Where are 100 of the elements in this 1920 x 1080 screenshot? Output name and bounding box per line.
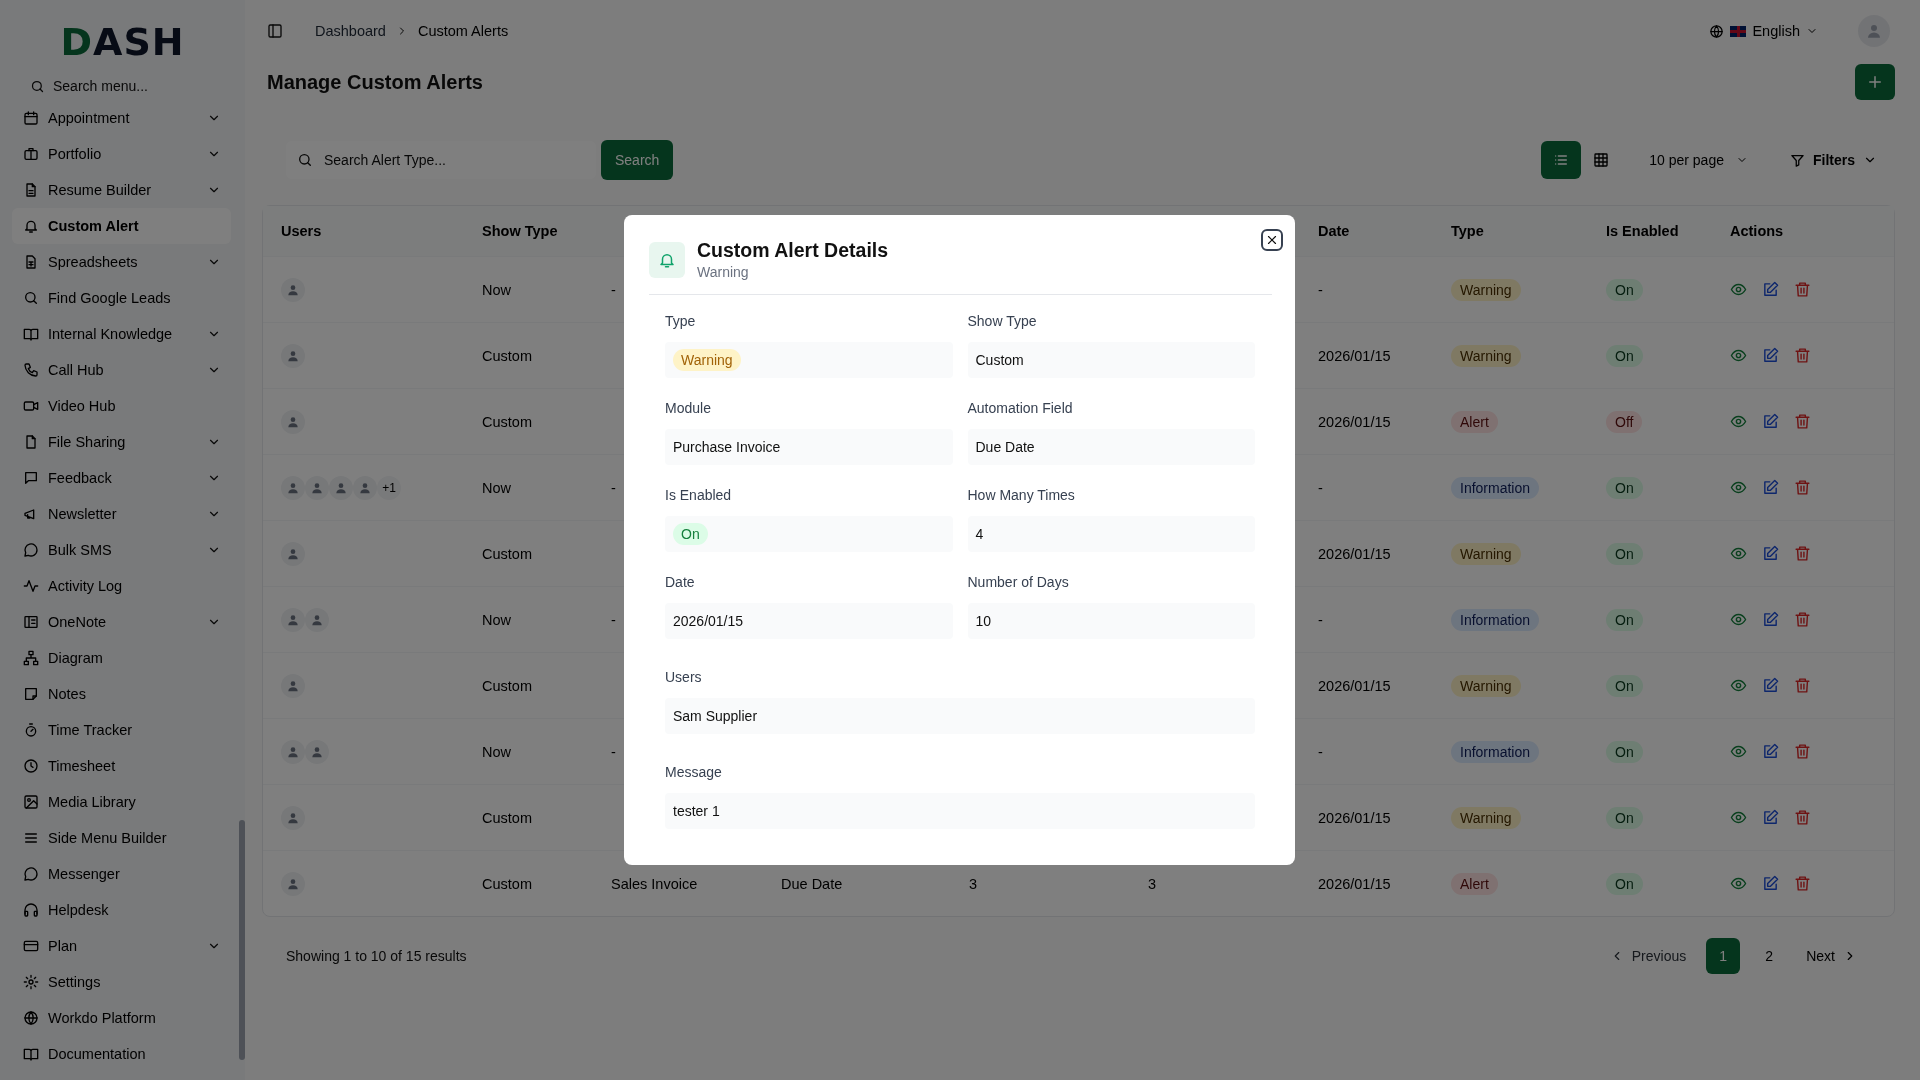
table-cell: Custom	[482, 545, 532, 562]
sidebar-item[interactable]: Media Library	[12, 784, 231, 820]
sidebar-item[interactable]: Notes	[12, 676, 231, 712]
globe-icon	[23, 1010, 39, 1026]
column-header: Users	[281, 223, 322, 239]
person-icon	[310, 744, 324, 759]
book-icon	[23, 1046, 39, 1062]
edit-button[interactable]	[1762, 677, 1779, 694]
sidebar-item[interactable]: Documentation	[12, 1036, 231, 1072]
list-view-button[interactable]	[1541, 141, 1582, 179]
table-cell: Custom	[482, 347, 532, 364]
delete-button[interactable]	[1794, 743, 1811, 760]
view-button[interactable]	[1730, 413, 1747, 430]
edit-button[interactable]	[1762, 413, 1779, 430]
view-button[interactable]	[1730, 677, 1747, 694]
flag-icon	[1730, 25, 1747, 37]
delete-button[interactable]	[1794, 875, 1811, 892]
view-button[interactable]	[1730, 809, 1747, 826]
scrollbar[interactable]	[239, 820, 245, 1060]
language-selector[interactable]: English	[1709, 23, 1818, 39]
field-label: Is Enabled	[665, 487, 733, 503]
sidebar-item[interactable]: Activity Log	[12, 568, 231, 604]
table-cell: -	[611, 611, 616, 628]
sidebar-item[interactable]: Newsletter	[12, 496, 231, 532]
sidebar-item[interactable]: Diagram	[12, 640, 231, 676]
view-button[interactable]	[1730, 281, 1747, 298]
edit-button[interactable]	[1762, 545, 1779, 562]
status-badge: On	[1606, 674, 1643, 697]
sidebar-item[interactable]: Internal Knowledge	[12, 316, 231, 352]
sidebar-item[interactable]: Resume Builder	[12, 172, 231, 208]
view-button[interactable]	[1730, 479, 1747, 496]
chat-bubble-icon	[23, 866, 39, 882]
logo: DASH	[60, 20, 185, 64]
user-avatar-button[interactable]	[1858, 15, 1890, 47]
sidebar-item[interactable]: OneNote	[12, 604, 231, 640]
edit-button[interactable]	[1762, 809, 1779, 826]
close-button[interactable]	[1261, 229, 1283, 251]
person-icon	[286, 744, 300, 759]
book-icon	[23, 326, 39, 342]
sidebar-toggle-button[interactable]	[267, 23, 283, 39]
page-button[interactable]: 2	[1752, 938, 1787, 974]
filters-button[interactable]: Filters	[1784, 151, 1883, 169]
delete-button[interactable]	[1794, 545, 1811, 562]
sidebar-item[interactable]: Side Menu Builder	[12, 820, 231, 856]
search-field[interactable]: Search menu...	[53, 78, 203, 94]
delete-button[interactable]	[1794, 281, 1811, 298]
hierarchy-icon	[23, 650, 39, 666]
edit-button[interactable]	[1762, 479, 1779, 496]
delete-button[interactable]	[1794, 347, 1811, 364]
sidebar-item[interactable]: Plan	[12, 928, 231, 964]
table-cell: Now	[482, 611, 511, 628]
table-cell: Custom	[482, 809, 532, 826]
view-button[interactable]	[1730, 875, 1747, 892]
view-button[interactable]	[1730, 611, 1747, 628]
edit-button[interactable]	[1762, 347, 1779, 364]
search-button[interactable]: Search	[601, 140, 674, 180]
sidebar-item[interactable]: Time Tracker	[12, 712, 231, 748]
person-icon	[286, 612, 300, 627]
table-cell: 3	[1148, 875, 1157, 892]
sidebar-item[interactable]: Spreadsheets	[12, 244, 231, 280]
add-button[interactable]	[1855, 64, 1895, 100]
edit-button[interactable]	[1762, 743, 1779, 760]
page-button[interactable]: 1	[1706, 938, 1741, 974]
table-cell: -	[1318, 611, 1323, 628]
delete-button[interactable]	[1794, 809, 1811, 826]
delete-button[interactable]	[1794, 611, 1811, 628]
sidebar-item[interactable]: Portfolio	[12, 136, 231, 172]
breadcrumb-link[interactable]: Custom Alerts	[417, 23, 509, 39]
delete-button[interactable]	[1794, 479, 1811, 496]
sidebar-item[interactable]: Timesheet	[12, 748, 231, 784]
status-badge: On	[1606, 872, 1643, 895]
sidebar-item[interactable]: File Sharing	[12, 424, 231, 460]
edit-button[interactable]	[1762, 875, 1779, 892]
person-icon	[286, 546, 300, 561]
sidebar-item[interactable]: Settings	[12, 964, 231, 1000]
edit-button[interactable]	[1762, 281, 1779, 298]
type-badge: Warning	[1451, 674, 1521, 697]
sidebar-item[interactable]: Workdo Platform	[12, 1000, 231, 1036]
view-button[interactable]	[1730, 347, 1747, 364]
modal-title: Custom Alert Details	[697, 239, 889, 262]
view-button[interactable]	[1730, 545, 1747, 562]
table-cell: 2026/01/15	[1318, 347, 1391, 364]
sidebar-item[interactable]: Custom Alert	[12, 208, 231, 244]
delete-button[interactable]	[1794, 413, 1811, 430]
view-button[interactable]	[1730, 743, 1747, 760]
sidebar-item[interactable]: Helpdesk	[12, 892, 231, 928]
sidebar-item[interactable]: Messenger	[12, 856, 231, 892]
sidebar-item[interactable]: Call Hub	[12, 352, 231, 388]
breadcrumb-link[interactable]: Dashboard	[315, 23, 386, 39]
sidebar-item[interactable]: Video Hub	[12, 388, 231, 424]
delete-button[interactable]	[1794, 677, 1811, 694]
sidebar-item[interactable]: Feedback	[12, 460, 231, 496]
next-button[interactable]: Next	[1800, 947, 1863, 965]
sidebar-item[interactable]: Appointment	[12, 100, 231, 136]
edit-button[interactable]	[1762, 611, 1779, 628]
sidebar-item[interactable]: Find Google Leads	[12, 280, 231, 316]
per-page-select[interactable]: 10 per page	[1641, 141, 1756, 179]
status-badge: On	[673, 523, 708, 545]
sidebar-item[interactable]: Bulk SMS	[12, 532, 231, 568]
type-badge: Warning	[1451, 344, 1521, 367]
